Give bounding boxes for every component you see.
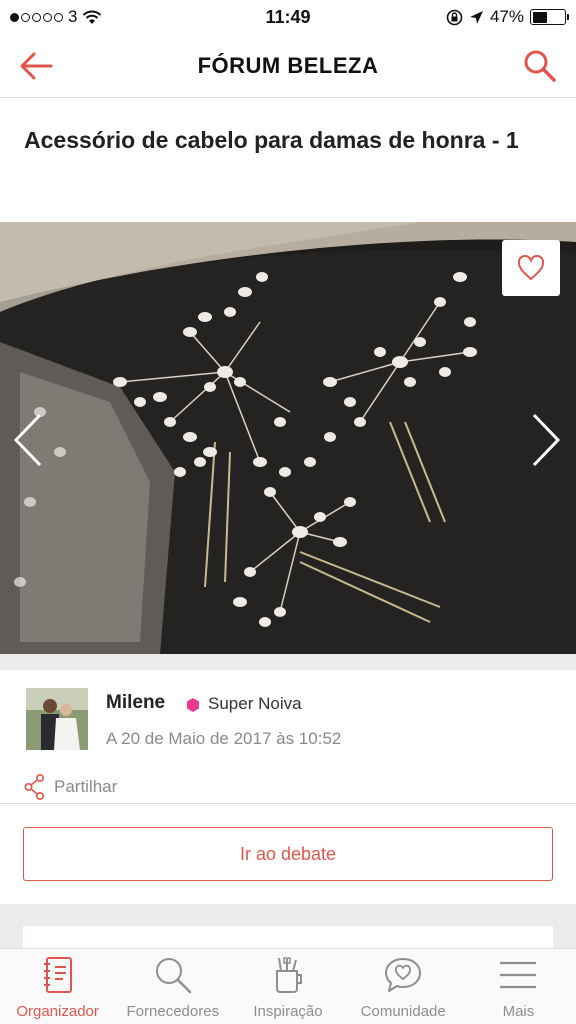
carrier-label: 3 [68, 7, 78, 26]
page-title: FÓRUM BELEZA [197, 52, 379, 78]
photo-carousel[interactable] [0, 222, 576, 654]
share-button[interactable]: Partilhar [24, 774, 117, 800]
back-button[interactable] [18, 48, 54, 84]
tab-inspiracao[interactable]: Inspiração [230, 949, 345, 1024]
battery-percent: 47% [489, 7, 524, 26]
status-left: 3 [10, 7, 102, 27]
tab-organizador[interactable]: Organizador [0, 949, 115, 1024]
status-right: 47% [446, 7, 569, 27]
tab-label: Comunidade [360, 1003, 446, 1020]
tab-mais[interactable]: Mais [461, 949, 576, 1024]
tab-comunidade[interactable]: Comunidade [346, 949, 461, 1024]
signal-strength-icon [10, 12, 63, 22]
share-icon [24, 774, 45, 800]
author-name[interactable]: Milene [106, 692, 165, 714]
favorite-button[interactable] [502, 240, 560, 296]
author-section: Milene Super Noiva A 20 de Maio de 2017 … [0, 670, 576, 804]
tab-fornecedores[interactable]: Fornecedores [115, 949, 230, 1024]
heart-icon [517, 255, 545, 280]
nav-bar: FÓRUM BELEZA [0, 34, 576, 98]
avatar[interactable] [26, 688, 88, 750]
menu-icon [500, 961, 537, 989]
tab-label: Fornecedores [126, 1003, 220, 1020]
search-button[interactable] [522, 48, 558, 84]
rotation-lock-icon [446, 9, 463, 25]
chevron-left-icon [13, 413, 42, 467]
status-bar: 3 11:49 47% [0, 0, 576, 34]
author-badge: Super Noiva [208, 694, 302, 713]
section-divider [0, 654, 576, 670]
photo-hair-accessories [0, 222, 576, 654]
tab-label: Inspiração [253, 1003, 323, 1020]
battery-icon [530, 9, 569, 25]
chat-heart-icon [385, 958, 422, 992]
avatar-photo [26, 688, 88, 750]
arrow-left-icon [20, 52, 53, 79]
post-date: A 20 de Maio de 2017 às 10:52 [106, 729, 342, 748]
tab-label: Organizador [16, 1003, 99, 1020]
tab-label: Mais [502, 1003, 535, 1020]
chevron-right-icon [532, 413, 561, 467]
next-photo-button[interactable] [530, 412, 562, 473]
search-icon [155, 958, 192, 994]
super-noiva-badge-icon [187, 698, 199, 712]
notebook-icon [43, 957, 72, 993]
battery-level [532, 11, 548, 23]
wifi-icon [83, 10, 102, 24]
inspiration-cup-icon [276, 957, 302, 993]
location-icon [469, 10, 483, 24]
go-to-debate-button[interactable]: Ir ao debate [23, 827, 553, 881]
share-label: Partilhar [54, 777, 118, 796]
comment-card [23, 926, 553, 948]
previous-photo-button[interactable] [12, 412, 44, 473]
search-icon [524, 50, 556, 82]
tab-bar: Organizador Fornecedores Inspiração Comu… [0, 948, 576, 1024]
post-title: Acessório de cabelo para damas de honra … [24, 127, 519, 153]
